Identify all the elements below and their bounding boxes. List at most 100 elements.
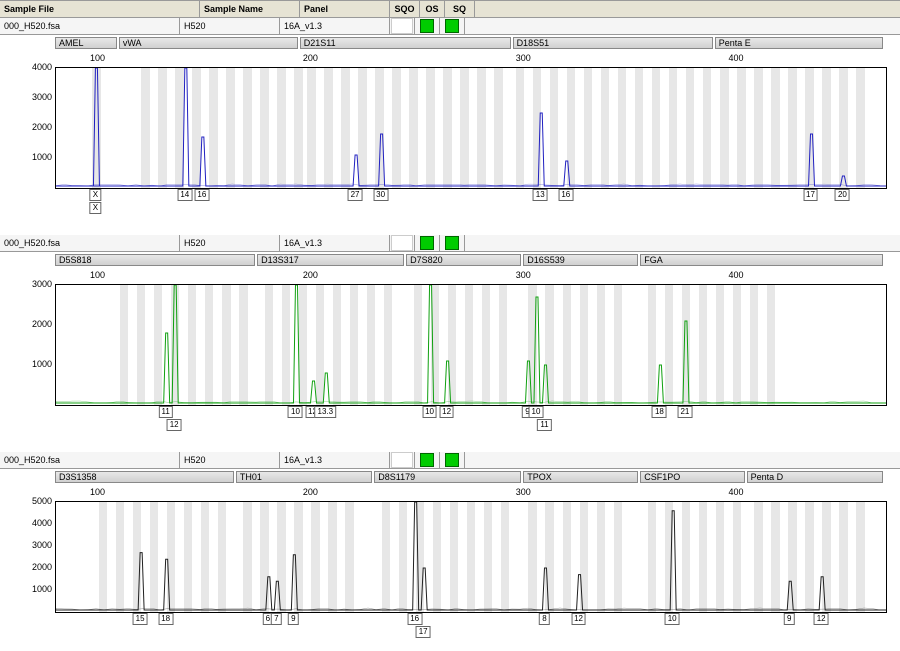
x-tick-label: 300 — [516, 53, 531, 63]
sample-name-value: H520 — [180, 18, 280, 34]
marker-label[interactable]: FGA — [640, 254, 883, 266]
y-tick-mark — [55, 68, 56, 69]
allele-call[interactable]: 10 — [665, 613, 680, 625]
y-tick-label: 5000 — [32, 496, 52, 506]
marker-label[interactable]: AMEL — [55, 37, 117, 49]
allele-call[interactable]: 11 — [537, 419, 551, 431]
electropherogram-panel: 000_H520.fsaH52016A_v1.3AMELvWAD21S11D18… — [0, 18, 900, 227]
allele-call[interactable]: 13.3 — [314, 406, 336, 418]
panel-value: 16A_v1.3 — [280, 452, 390, 468]
marker-label[interactable]: D18S51 — [513, 37, 713, 49]
trace-line — [56, 502, 886, 612]
marker-label[interactable]: D21S11 — [300, 37, 511, 49]
plot-wrap: 1002003004001000200030004000XX1416273013… — [55, 67, 885, 227]
y-tick-label: 4000 — [32, 518, 52, 528]
marker-label[interactable]: D13S317 — [257, 254, 404, 266]
y-axis-labels: 1000200030004000 — [20, 67, 52, 187]
status-green-icon — [420, 453, 434, 467]
allele-call[interactable]: 21 — [677, 406, 692, 418]
sq-status — [440, 18, 465, 34]
col-panel[interactable]: Panel — [300, 1, 390, 17]
sqo-status — [390, 452, 415, 468]
allele-call[interactable]: 13 — [533, 189, 548, 201]
electropherogram-panel: 000_H520.fsaH52016A_v1.3 D5S818D13S317D7S… — [0, 235, 900, 444]
marker-label[interactable]: vWA — [119, 37, 298, 49]
allele-call[interactable]: 17 — [416, 626, 431, 638]
sample-file-value: 000_H520.fsa — [0, 452, 180, 468]
allele-call[interactable]: 16 — [194, 189, 209, 201]
col-os[interactable]: OS — [420, 1, 445, 17]
allele-call[interactable]: 20 — [835, 189, 850, 201]
allele-call[interactable]: X — [90, 202, 101, 214]
y-tick-label: 2000 — [32, 319, 52, 329]
allele-call[interactable]: 27 — [348, 189, 363, 201]
marker-label[interactable]: D5S818 — [55, 254, 255, 266]
sample-info-row: 000_H520.fsaH52016A_v1.3 — [0, 235, 900, 252]
y-tick-label: 2000 — [32, 122, 52, 132]
x-tick-label: 300 — [516, 487, 531, 497]
allele-call[interactable]: 8 — [539, 613, 549, 625]
status-green-icon — [420, 236, 434, 250]
sample-name-value: H520 — [180, 235, 280, 251]
y-tick-mark — [55, 524, 56, 525]
allele-call[interactable]: 11 — [159, 406, 173, 418]
allele-call[interactable]: 17 — [803, 189, 818, 201]
marker-label[interactable]: Penta E — [715, 37, 883, 49]
allele-call[interactable]: 15 — [133, 613, 148, 625]
plot-area[interactable] — [55, 67, 887, 189]
marker-row: D3S1358TH01D8S1179TPOXCSF1POPenta D — [55, 471, 885, 485]
trace-line — [56, 285, 886, 405]
y-tick-label: 3000 — [32, 540, 52, 550]
y-tick-mark — [55, 98, 56, 99]
sq-status — [440, 235, 465, 251]
allele-call[interactable]: 12 — [814, 613, 829, 625]
marker-label[interactable]: D16S539 — [523, 254, 638, 266]
x-tick-label: 400 — [729, 487, 744, 497]
allele-call[interactable]: 30 — [373, 189, 388, 201]
y-tick-mark — [55, 568, 56, 569]
allele-call[interactable]: 10 — [422, 406, 437, 418]
col-sample-file[interactable]: Sample File — [0, 1, 200, 17]
plot-area[interactable] — [55, 501, 887, 613]
col-sq[interactable]: SQ — [445, 1, 475, 17]
allele-call[interactable]: 12 — [167, 419, 182, 431]
col-sqo[interactable]: SQO — [390, 1, 420, 17]
plot-area[interactable] — [55, 284, 887, 406]
allele-call[interactable]: 9 — [784, 613, 794, 625]
status-green-icon — [445, 453, 459, 467]
y-axis-labels: 100020003000 — [20, 284, 52, 404]
y-tick-mark — [55, 158, 56, 159]
allele-call[interactable]: 9 — [288, 613, 298, 625]
col-sample-name[interactable]: Sample Name — [200, 1, 300, 17]
allele-call[interactable]: 12 — [439, 406, 454, 418]
allele-call[interactable]: X — [90, 189, 101, 201]
allele-call[interactable]: 16 — [558, 189, 573, 201]
y-tick-mark — [55, 285, 56, 286]
trace-line — [56, 68, 886, 188]
allele-call[interactable]: 16 — [407, 613, 422, 625]
allele-call[interactable]: 7 — [271, 613, 281, 625]
y-tick-label: 3000 — [32, 279, 52, 289]
x-tick-label: 400 — [729, 270, 744, 280]
allele-call[interactable]: 10 — [288, 406, 303, 418]
allele-call[interactable]: 12 — [571, 613, 586, 625]
sqo-status — [390, 18, 415, 34]
marker-label[interactable]: Penta D — [747, 471, 883, 483]
allele-call[interactable]: 18 — [158, 613, 173, 625]
allele-call[interactable]: 14 — [177, 189, 192, 201]
marker-label[interactable]: D3S1358 — [55, 471, 234, 483]
allele-call[interactable]: 10 — [529, 406, 544, 418]
allele-call[interactable]: 18 — [652, 406, 667, 418]
marker-label[interactable]: D7S820 — [406, 254, 521, 266]
y-tick-label: 4000 — [32, 62, 52, 72]
marker-label[interactable]: TH01 — [236, 471, 372, 483]
x-tick-label: 100 — [90, 270, 105, 280]
y-tick-label: 1000 — [32, 584, 52, 594]
marker-label[interactable]: D8S1179 — [374, 471, 521, 483]
marker-label[interactable]: CSF1PO — [640, 471, 744, 483]
y-tick-mark — [55, 128, 56, 129]
app-root: Sample File Sample Name Panel SQO OS SQ … — [0, 0, 900, 597]
marker-label[interactable]: TPOX — [523, 471, 638, 483]
y-tick-label: 1000 — [32, 152, 52, 162]
y-tick-mark — [55, 590, 56, 591]
